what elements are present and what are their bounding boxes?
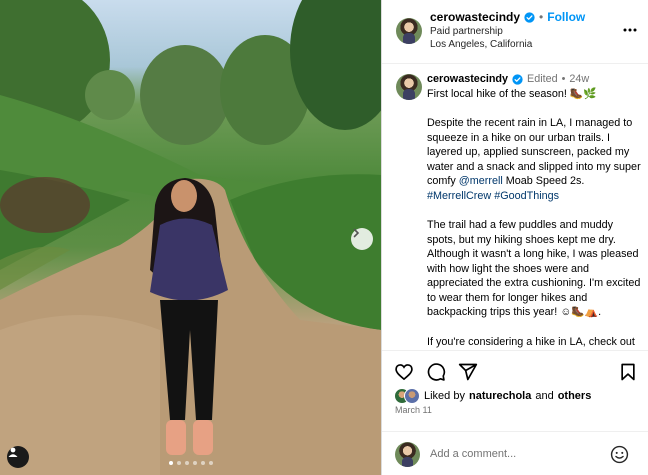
- carousel-dot: [168, 461, 173, 465]
- carousel-dot: [208, 461, 213, 465]
- carousel-dot: [200, 461, 205, 465]
- likes-and-label: and: [535, 390, 554, 402]
- caption-header: cerowastecindy Edited • 24w: [427, 72, 643, 87]
- carousel-indicator: [0, 461, 381, 465]
- next-photo-button[interactable]: [351, 228, 373, 250]
- caption-username[interactable]: cerowastecindy: [427, 72, 508, 87]
- current-user-avatar: [395, 442, 420, 467]
- post-date[interactable]: March 11: [395, 405, 432, 415]
- user-tag-icon: [8, 447, 18, 457]
- caption-text: Moab Speed 2s.: [502, 175, 585, 187]
- action-bar: [382, 350, 648, 390]
- tagged-users-button[interactable]: [7, 446, 29, 468]
- caption-body: cerowastecindy Edited • 24w First local …: [427, 72, 643, 350]
- likes-summary[interactable]: Liked by naturechola and others: [394, 388, 591, 404]
- liked-by-label: Liked by: [424, 390, 465, 402]
- caption-first-line: First local hike of the season! 🥾🌿: [427, 87, 597, 100]
- paid-partnership-label[interactable]: Paid partnership: [430, 26, 503, 37]
- hashtag-links[interactable]: #MerrellCrew #GoodThings: [427, 190, 559, 202]
- post-age[interactable]: 24w: [569, 72, 589, 87]
- comment-input[interactable]: [430, 444, 600, 464]
- post-details-panel: cerowastecindy • Follow Paid partnership…: [381, 0, 648, 475]
- liker-avatars: [394, 388, 420, 404]
- caption-paragraph: The trail had a few puddles and muddy sp…: [427, 219, 641, 318]
- send-icon[interactable]: [458, 362, 478, 382]
- carousel-dot: [192, 461, 197, 465]
- verified-badge-icon: [524, 11, 535, 23]
- chevron-right-icon: [353, 228, 360, 238]
- carousel-dot: [184, 461, 189, 465]
- emoji-icon[interactable]: [610, 445, 629, 464]
- author-line: cerowastecindy • Follow: [430, 10, 585, 24]
- caption-paragraph: If you're considering a hike in LA, chec…: [427, 335, 635, 348]
- verified-badge-icon: [512, 74, 523, 85]
- author-username[interactable]: cerowastecindy: [430, 10, 520, 24]
- others-link[interactable]: others: [558, 390, 592, 402]
- separator-dot: •: [539, 10, 544, 24]
- caption-author-avatar[interactable]: [396, 74, 422, 100]
- post-header: cerowastecindy • Follow Paid partnership…: [382, 0, 648, 64]
- comment-icon[interactable]: [426, 362, 446, 382]
- bookmark-icon[interactable]: [618, 362, 638, 382]
- hiking-photo-illustration: [0, 0, 381, 475]
- more-horizontal-icon[interactable]: [622, 24, 638, 36]
- caption-paragraph: Despite the recent rain in LA, I managed…: [427, 116, 643, 203]
- author-avatar[interactable]: [396, 18, 422, 44]
- location-link[interactable]: Los Angeles, California: [430, 39, 532, 50]
- edited-label: Edited: [527, 73, 558, 85]
- liker-username[interactable]: naturechola: [469, 390, 531, 402]
- separator-dot: •: [561, 73, 566, 85]
- mention-link[interactable]: @merrell: [459, 175, 503, 187]
- heart-icon[interactable]: [394, 362, 414, 382]
- liker-avatar: [404, 388, 420, 404]
- post-photo[interactable]: [0, 0, 381, 475]
- follow-button[interactable]: Follow: [547, 10, 585, 24]
- caption-area: cerowastecindy Edited • 24w First local …: [382, 64, 648, 350]
- comment-bar: [382, 431, 648, 475]
- carousel-dot: [176, 461, 181, 465]
